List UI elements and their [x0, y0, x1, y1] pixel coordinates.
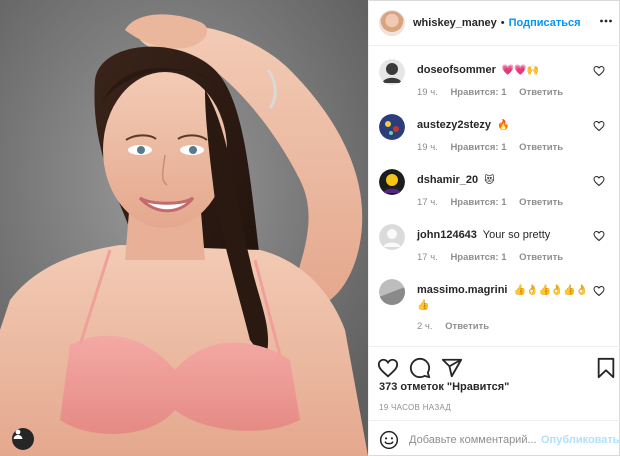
bookmark-icon[interactable] — [595, 357, 617, 379]
comment-text: massimo.magrini 👍👌👍👌👍👌👍 — [417, 283, 592, 313]
heart-icon[interactable] — [593, 65, 605, 77]
reply-button[interactable]: Ответить — [519, 142, 563, 153]
post-timestamp: 19 ЧАСОВ НАЗАД — [379, 403, 452, 412]
follow-button[interactable]: Подписаться — [509, 17, 581, 29]
comment-emoji: 👌 — [575, 285, 589, 296]
comment-meta: 2 ч. Ответить — [417, 321, 499, 332]
post-header: whiskey_maney • Подписаться — [369, 0, 620, 46]
comment-emoji: 🔥 — [497, 120, 510, 131]
comment-likes[interactable]: Нравится: 1 — [450, 252, 506, 263]
comment-emoji: 👌 — [526, 285, 539, 296]
comment-meta: 17 ч. Нравится: 1 Ответить — [417, 197, 573, 208]
author-avatar[interactable] — [379, 9, 405, 36]
comment-likes[interactable]: Нравится: 1 — [450, 87, 506, 98]
comment-emoji: 👍 — [417, 300, 430, 311]
reply-button[interactable]: Ответить — [519, 252, 563, 263]
comment-username[interactable]: doseofsommer — [417, 64, 496, 76]
comment-time: 17 ч. — [417, 197, 438, 208]
reply-button[interactable]: Ответить — [519, 87, 563, 98]
smiley-icon[interactable] — [379, 430, 399, 450]
comment-emoji: 👍 — [513, 285, 526, 296]
comment-avatar[interactable] — [379, 114, 405, 140]
comment-avatar[interactable] — [379, 169, 405, 195]
comment-avatar[interactable] — [379, 224, 405, 250]
comment-likes[interactable]: Нравится: 1 — [450, 142, 506, 153]
comment-username[interactable]: massimo.magrini — [417, 284, 507, 296]
comment-avatar[interactable] — [379, 279, 405, 305]
comment-emoji: 💗 — [514, 65, 527, 76]
heart-icon[interactable] — [593, 230, 605, 242]
heart-icon[interactable] — [593, 120, 605, 132]
comment-emoji: 👌 — [550, 285, 564, 296]
comment-meta: 19 ч. Нравится: 1 Ответить — [417, 142, 573, 153]
author-username[interactable]: whiskey_maney — [413, 17, 497, 29]
likes-count[interactable]: 373 отметок "Нравится" — [379, 381, 509, 393]
comment-text: doseofsommer 💗💗🙌 — [417, 63, 592, 78]
comment-time: 2 ч. — [417, 321, 433, 332]
post-sidebar: whiskey_maney • Подписаться doseofsommer… — [368, 0, 620, 456]
comment-meta: 19 ч. Нравится: 1 Ответить — [417, 87, 573, 98]
comment-form: Опубликовать — [369, 420, 620, 456]
comments-list[interactable]: doseofsommer 💗💗🙌 19 ч. Нравится: 1 Ответ… — [369, 47, 620, 345]
comment-time: 19 ч. — [417, 87, 438, 98]
heart-icon[interactable] — [593, 175, 605, 187]
comment-likes[interactable]: Нравится: 1 — [450, 197, 506, 208]
reply-button[interactable]: Ответить — [519, 197, 563, 208]
publish-button[interactable]: Опубликовать — [541, 434, 620, 446]
comment-emoji: 💗 — [501, 65, 515, 76]
comment-text: austezy2stezy 🔥 — [417, 118, 592, 133]
action-bar — [369, 346, 620, 380]
comment-emoji: 😻 — [484, 175, 495, 186]
comment-text: dshamir_20 😻 — [417, 173, 592, 188]
comment-username[interactable]: austezy2stezy — [417, 119, 491, 131]
comment-time: 19 ч. — [417, 142, 438, 153]
comment-time: 17 ч. — [417, 252, 438, 263]
user-tag-icon[interactable] — [12, 428, 34, 450]
send-icon[interactable] — [441, 357, 463, 379]
comment-username[interactable]: john124643 — [417, 229, 477, 241]
comment-emoji: 🙌 — [526, 65, 540, 76]
header-separator: • — [500, 16, 505, 29]
post-photo[interactable] — [0, 0, 368, 456]
comment-text: john124643 Your so pretty — [417, 228, 592, 242]
reply-button[interactable]: Ответить — [445, 321, 489, 332]
comment-input[interactable] — [409, 431, 539, 449]
heart-icon[interactable] — [593, 285, 605, 297]
portrait-image — [0, 0, 368, 456]
comment-emoji: 👍 — [538, 285, 551, 296]
comment-icon[interactable] — [409, 357, 431, 379]
heart-icon[interactable] — [377, 357, 399, 379]
comment-meta: 17 ч. Нравится: 1 Ответить — [417, 252, 573, 263]
comment-body: Your so pretty — [482, 229, 551, 241]
comment-emoji: 👍 — [563, 285, 576, 296]
more-horizontal-icon[interactable] — [599, 14, 613, 28]
comment-avatar[interactable] — [379, 59, 405, 85]
comment-username[interactable]: dshamir_20 — [417, 174, 478, 186]
